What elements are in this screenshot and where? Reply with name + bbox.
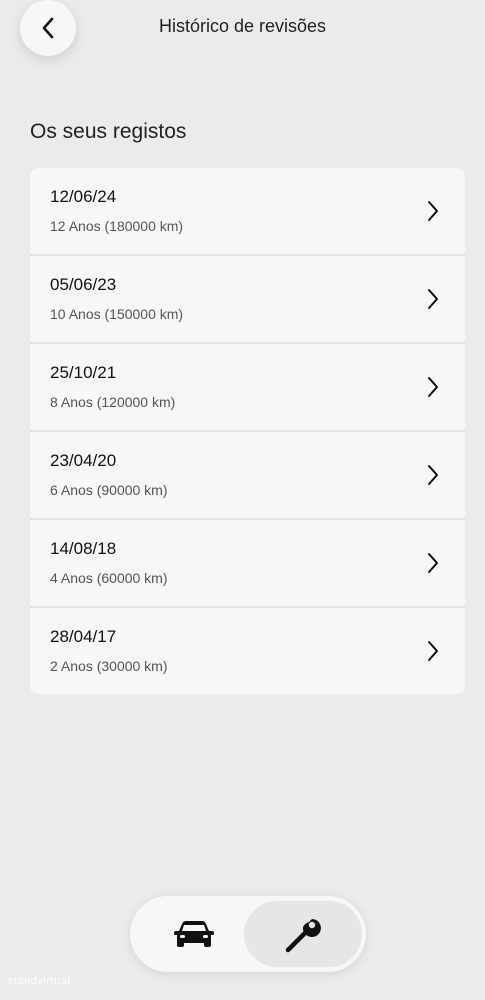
tab-vehicle[interactable] <box>135 901 253 967</box>
list-item[interactable]: 12/06/24 12 Anos (180000 km) <box>30 168 465 254</box>
list-item[interactable]: 23/04/20 6 Anos (90000 km) <box>30 432 465 518</box>
list-item[interactable]: 28/04/17 2 Anos (30000 km) <box>30 608 465 694</box>
record-date: 12/06/24 <box>50 187 117 206</box>
record-date: 25/10/21 <box>50 363 117 382</box>
chevron-right-icon <box>428 553 438 573</box>
record-detail: 10 Anos (150000 km) <box>50 306 184 322</box>
chevron-right-icon <box>428 201 438 221</box>
chevron-right-icon <box>428 377 438 397</box>
record-date: 23/04/20 <box>50 451 117 470</box>
record-detail: 2 Anos (30000 km) <box>50 658 168 674</box>
record-date: 05/06/23 <box>50 275 117 294</box>
page: Histórico de revisões Os seus registos 1… <box>0 0 485 1000</box>
record-date: 14/08/18 <box>50 539 117 558</box>
records-list: 12/06/24 12 Anos (180000 km) 05/06/23 10… <box>30 168 465 694</box>
watermark-logo: standvirtual <box>8 975 71 987</box>
list-item[interactable]: 25/10/21 8 Anos (120000 km) <box>30 344 465 430</box>
chevron-right-icon <box>428 465 438 485</box>
bottom-tab-bar <box>130 896 366 972</box>
record-detail: 12 Anos (180000 km) <box>50 218 184 234</box>
list-item[interactable]: 05/06/23 10 Anos (150000 km) <box>30 256 465 342</box>
page-title: Histórico de revisões <box>158 16 327 36</box>
record-date: 28/04/17 <box>50 627 117 646</box>
chevron-right-icon <box>428 641 438 661</box>
car-icon <box>174 921 214 947</box>
list-item[interactable]: 14/08/18 4 Anos (60000 km) <box>30 520 465 606</box>
section-title: Os seus registos <box>30 120 187 143</box>
wrench-icon <box>285 919 321 953</box>
tab-service-history[interactable] <box>244 901 362 967</box>
record-detail: 8 Anos (120000 km) <box>50 394 176 410</box>
record-detail: 6 Anos (90000 km) <box>50 482 168 498</box>
record-detail: 4 Anos (60000 km) <box>50 570 168 586</box>
chevron-right-icon <box>428 289 438 309</box>
